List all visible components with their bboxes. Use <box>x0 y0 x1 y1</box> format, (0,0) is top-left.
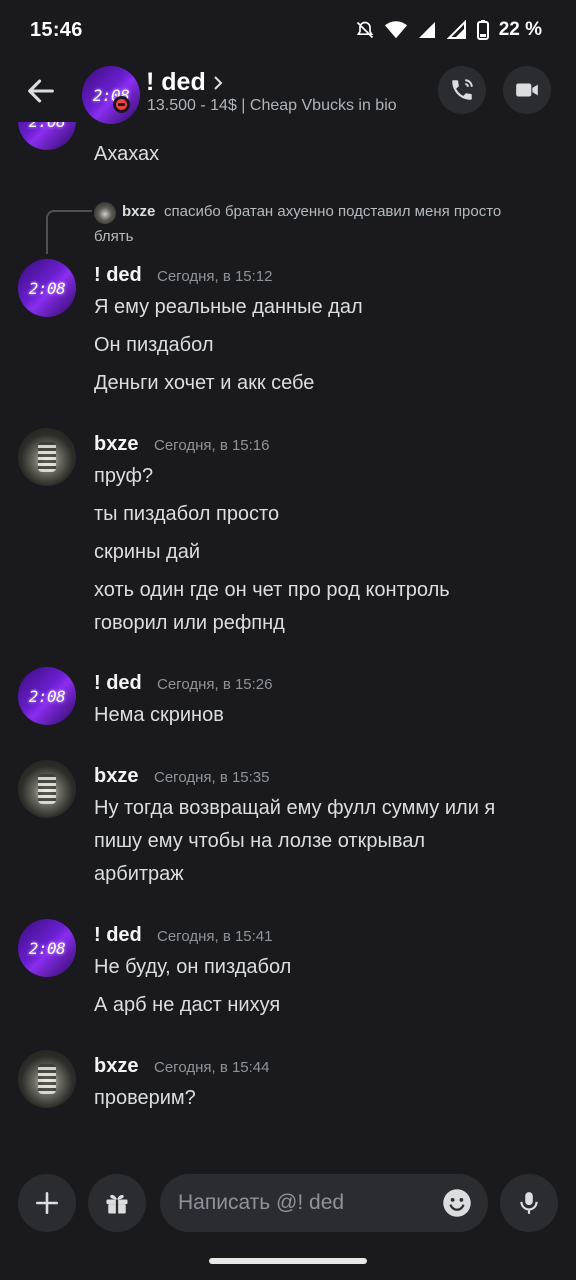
avatar[interactable] <box>18 760 76 818</box>
reply-author[interactable]: bxze <box>122 203 155 220</box>
video-call-button[interactable] <box>503 66 551 114</box>
message-text: Ахахах <box>94 143 160 165</box>
message-author[interactable]: ! ded <box>94 264 142 287</box>
chevron-right-icon <box>214 75 223 90</box>
message-text: Ну тогда возвращай ему фулл сумму или я <box>94 797 496 819</box>
message-timestamp: Сегодня, в 15:12 <box>157 268 273 285</box>
message-text: ты пиздабол просто <box>94 503 280 525</box>
dnd-status-icon <box>113 96 130 113</box>
message-text: говорил или рефпнд <box>94 612 285 634</box>
reply-avatar <box>94 202 116 224</box>
add-attachment-button[interactable] <box>18 1174 76 1232</box>
message-timestamp: Сегодня, в 15:44 <box>154 1059 270 1076</box>
status-icons: 22 % <box>355 19 542 41</box>
wifi-icon <box>384 21 407 39</box>
message-author[interactable]: ! ded <box>94 924 142 947</box>
header-subtitle: 13.500 - 14$ | Cheap Vbucks in bio <box>147 97 397 114</box>
message-text: скрины дай <box>94 541 200 563</box>
reply-text-continued[interactable]: блять <box>94 228 133 245</box>
message-text: пруф? <box>94 465 154 487</box>
battery-level: 22 % <box>498 19 542 40</box>
mute-bell-icon <box>356 21 373 39</box>
microphone-icon <box>520 1192 538 1214</box>
composer-bar: Написать @! ded <box>0 1170 576 1240</box>
message-text: Деньги хочет и акк себе <box>94 372 315 394</box>
phone-icon <box>452 79 473 100</box>
message-input-placeholder: Написать @! ded <box>178 1191 345 1214</box>
voice-call-button[interactable] <box>438 66 486 114</box>
plus-icon <box>35 1191 59 1215</box>
message-author[interactable]: bxze <box>94 765 138 788</box>
message-text: А арб не даст нихуя <box>94 994 281 1016</box>
message-text: хоть один где он чет про род контроль <box>94 579 450 601</box>
emoji-icon[interactable] <box>442 1188 472 1218</box>
message-author[interactable]: bxze <box>94 433 138 456</box>
gift-button[interactable] <box>88 1174 146 1232</box>
message-input[interactable]: Написать @! ded <box>160 1174 488 1232</box>
message-timestamp: Сегодня, в 15:35 <box>154 769 270 786</box>
header-title-text: ! ded <box>146 68 206 96</box>
avatar[interactable]: 2:08 <box>18 122 76 150</box>
message-text: Я ему реальные данные дал <box>94 296 363 318</box>
battery-icon <box>476 20 489 40</box>
message-text: Не буду, он пиздабол <box>94 956 292 978</box>
arrow-left-icon[interactable] <box>24 74 58 108</box>
signal-icon <box>418 22 435 38</box>
avatar[interactable]: 2:08 <box>18 919 76 977</box>
gift-icon <box>106 1194 128 1214</box>
message-timestamp: Сегодня, в 15:41 <box>157 928 273 945</box>
message-text: арбитраж <box>94 863 184 885</box>
status-time: 15:46 <box>30 18 83 41</box>
signal-2-icon <box>446 20 466 39</box>
header-title[interactable]: ! ded <box>146 68 224 97</box>
avatar[interactable]: 2:08 <box>18 259 76 317</box>
home-indicator[interactable] <box>209 1258 367 1264</box>
video-camera-icon <box>516 83 538 97</box>
avatar[interactable]: 2:08 <box>18 667 76 725</box>
message-text: пишу ему чтобы на лолзе открывал <box>94 830 426 852</box>
message-text: проверим? <box>94 1087 196 1109</box>
reply-text[interactable]: спасибо братан ахуенно подставил меня пр… <box>164 203 501 220</box>
message-timestamp: Сегодня, в 15:26 <box>157 676 273 693</box>
reply-connector <box>46 210 92 254</box>
message-author[interactable]: bxze <box>94 1055 138 1078</box>
message-text: Он пиздабол <box>94 334 214 356</box>
header-avatar[interactable]: 2:08 <box>82 66 140 124</box>
avatar[interactable] <box>18 428 76 486</box>
message-author[interactable]: ! ded <box>94 672 142 695</box>
chat-header: 2:08 ! ded 13.500 - 14$ | Cheap Vbucks i… <box>0 60 576 124</box>
status-bar: 15:46 22 % <box>0 0 576 60</box>
voice-message-button[interactable] <box>500 1174 558 1232</box>
message-timestamp: Сегодня, в 15:16 <box>154 437 270 454</box>
avatar[interactable] <box>18 1050 76 1108</box>
message-text: Нема скринов <box>94 704 224 726</box>
message-list[interactable]: 2:08 Ахахах bxze спасибо братан ахуенно … <box>0 122 576 1162</box>
